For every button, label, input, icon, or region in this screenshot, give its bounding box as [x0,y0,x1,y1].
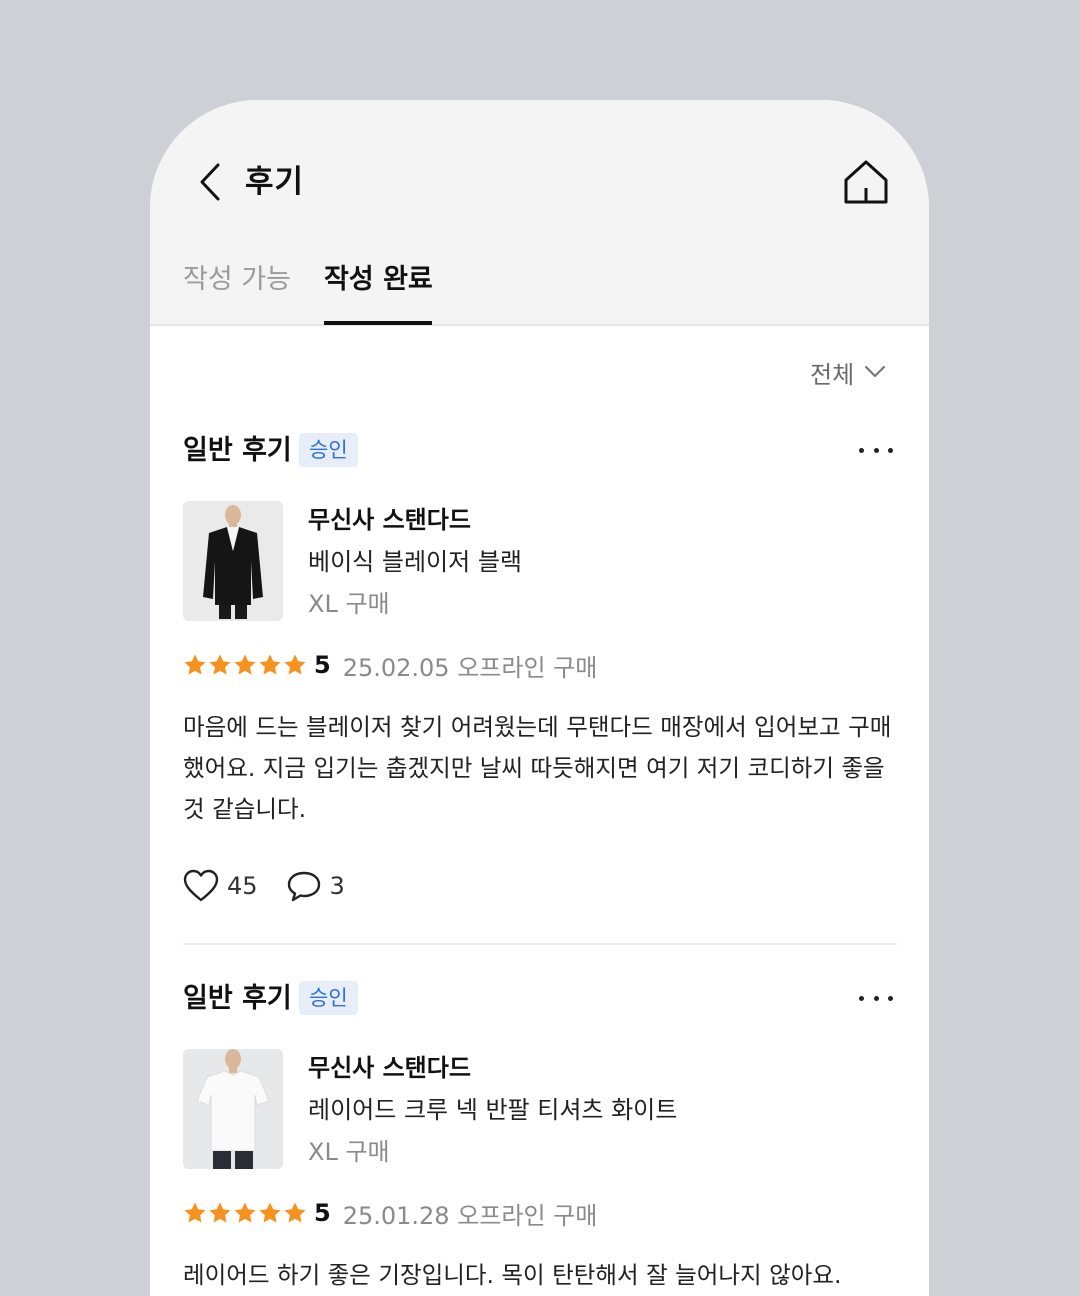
comment-button[interactable]: 3 [286,870,345,902]
star-icon [284,654,306,675]
home-icon [844,160,888,204]
rating-row: 5 25.01.28 오프라인 구매 [183,1195,897,1231]
comment-count: 3 [329,872,345,900]
star-icon [284,1202,306,1223]
filter-dropdown[interactable]: 전체 [810,352,886,392]
more-dot [888,447,893,453]
more-dot [888,995,893,1001]
purchase-option: XL 구매 [308,1138,390,1166]
rating-score: 5 [314,651,331,679]
status-badge: 승인 [299,981,358,1015]
rating-row: 5 25.02.05 오프라인 구매 [183,647,897,683]
review-card: 일반 후기 승인 무신사 스탠다드 베이식 블레이저 블랙 XL 구매 5 25… [183,429,897,906]
chevron-left-icon [200,163,220,201]
purchase-option: XL 구매 [308,590,390,618]
blazer-image [183,501,283,621]
brand-name: 무신사 스탠다드 [308,1054,471,1082]
star-icon [259,654,281,675]
app-header: 후기 작성 가능 작성 완료 [150,100,929,326]
star-icon [209,1202,231,1223]
product-info[interactable]: 무신사 스탠다드 베이식 블레이저 블랙 XL 구매 [183,501,897,625]
active-tab-indicator [324,321,432,325]
rating-score: 5 [314,1199,331,1227]
product-name: 베이식 블레이저 블랙 [308,548,522,576]
tab-writable[interactable]: 작성 가능 [183,258,291,306]
star-icon [259,1202,281,1223]
review-meta: 25.02.05 오프라인 구매 [342,653,598,682]
star-icon [209,654,231,675]
back-button[interactable] [190,160,230,204]
more-dot [873,447,879,453]
review-actions: 45 3 [183,866,897,906]
more-dot [859,447,864,453]
product-name: 레이어드 크루 넥 반팔 티셔츠 화이트 [308,1096,678,1124]
star-rating [183,653,307,677]
page-title: 후기 [245,164,305,200]
heart-icon [183,869,219,902]
star-icon [234,654,256,675]
star-icon [184,654,206,675]
star-rating [183,1201,307,1225]
review-card: 일반 후기 승인 무신사 스탠다드 레이어드 크루 넥 반팔 티셔츠 화이트 X… [183,977,897,1296]
filter-label: 전체 [810,360,855,389]
like-count: 45 [227,872,258,900]
review-meta: 25.01.28 오프라인 구매 [342,1201,598,1230]
review-type: 일반 후기 [183,435,292,466]
review-type: 일반 후기 [183,983,292,1014]
tshirt-image [183,1049,283,1169]
like-button[interactable]: 45 [183,869,258,903]
product-thumbnail[interactable] [183,501,283,621]
review-text: 마음에 드는 블레이저 찾기 어려웠는데 무탠다드 매장에서 입어보고 구매했어… [183,713,892,823]
comment-icon [287,871,320,902]
more-options-button[interactable] [859,435,893,465]
more-dot [873,995,879,1001]
more-dot [859,995,864,1001]
review-divider [183,943,897,945]
product-info[interactable]: 무신사 스탠다드 레이어드 크루 넥 반팔 티셔츠 화이트 XL 구매 [183,1049,897,1173]
tab-completed[interactable]: 작성 완료 [324,258,433,306]
brand-name: 무신사 스탠다드 [308,506,471,534]
home-button[interactable] [842,158,890,206]
review-text: 레이어드 하기 좋은 기장입니다. 목이 탄탄해서 잘 늘어나지 않아요. [183,1261,842,1289]
status-badge: 승인 [299,433,358,467]
star-icon [184,1202,206,1223]
more-options-button[interactable] [859,983,893,1013]
chevron-down-icon [865,365,886,378]
star-icon [234,1202,256,1223]
phone-frame: 후기 작성 가능 작성 완료 전체 일반 후기 승인 무신사 스탠다드 베이식 … [150,100,929,1296]
product-thumbnail[interactable] [183,1049,283,1169]
